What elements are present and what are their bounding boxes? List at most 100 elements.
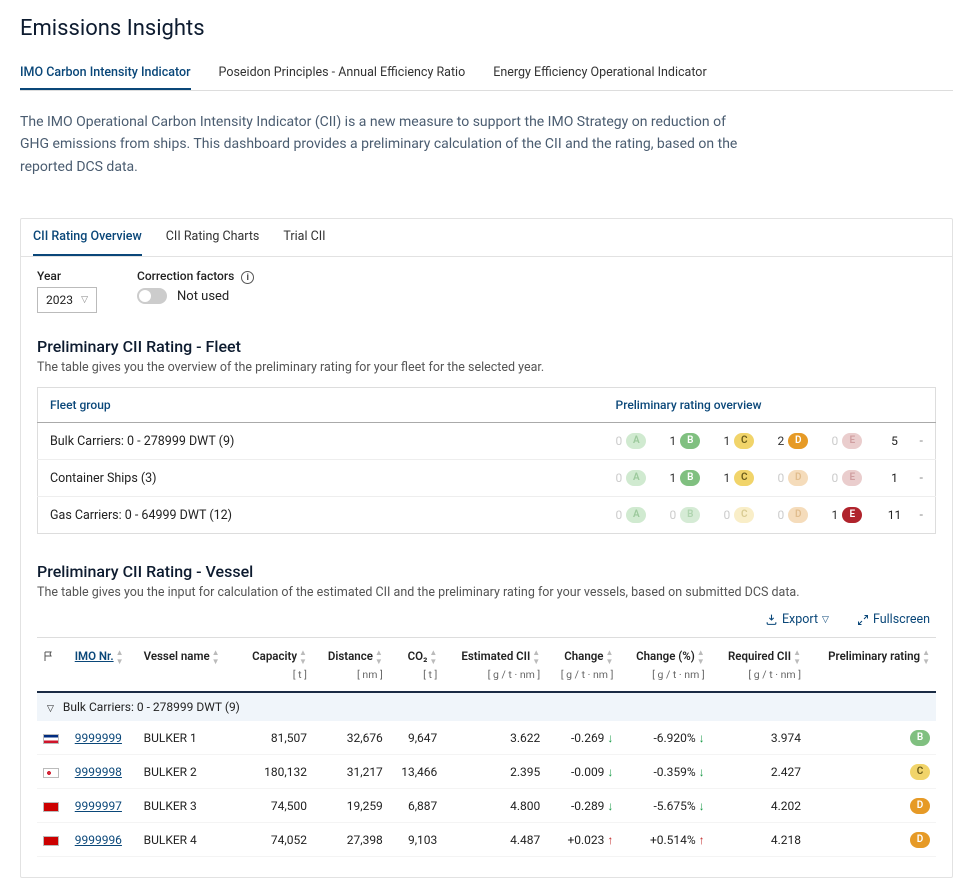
col-imo[interactable]: IMO Nr.▲▼ [69,638,138,693]
fleet-subtitle: The table gives you the overview of the … [37,360,936,375]
fleet-row[interactable]: Bulk Carriers: 0 - 278999 DWT (9)0A1B1C2… [38,423,936,460]
cell-co2: 9,647 [389,721,443,755]
rating-badge-c: C [910,764,930,780]
cell-capacity: 74,500 [237,789,313,823]
rating-badge-b: B [910,730,930,746]
col-req[interactable]: Required CII▲▼[ g / t · nm ] [711,638,807,693]
tab-trial[interactable]: Trial CII [283,219,325,256]
fleet-row[interactable]: Container Ships (3)0A1B1C0D0E1- [38,460,936,497]
fullscreen-icon [857,614,869,626]
correction-label: Correction factors i [137,269,254,284]
cell-required: 2.427 [711,755,807,789]
cell-flag [37,823,69,857]
fleet-row[interactable]: Gas Carriers: 0 - 64999 DWT (12)0A0B0C0D… [38,497,936,534]
rating-badge-a: A [626,433,646,449]
tabs-primary: IMO Carbon Intensity Indicator Poseidon P… [20,57,953,91]
table-row[interactable]: 9999997BULKER 374,50019,2596,8874.800-0.… [37,789,936,823]
intro-text: The IMO Operational Carbon Intensity Ind… [20,111,740,178]
cell-estimated: 4.487 [443,823,546,857]
correction-value: Not used [177,289,229,304]
col-cap[interactable]: Capacity▲▼[ t ] [237,638,313,693]
table-row[interactable]: 9999998BULKER 2180,13231,21713,4662.395-… [37,755,936,789]
cell-change-pct: -5.675% ↓ [619,789,710,823]
col-flag[interactable] [37,638,69,693]
vessel-subtitle: The table gives you the input for calcul… [37,585,936,600]
year-select[interactable]: 2023 ▽ [37,287,97,313]
cell-required: 3.974 [711,721,807,755]
cell-capacity: 81,507 [237,721,313,755]
cell-change: -0.009 ↓ [546,755,619,789]
cell-distance: 31,217 [313,755,389,789]
fleet-title: Preliminary CII Rating - Fleet [37,337,936,356]
cell-name: BULKER 1 [138,721,238,755]
col-preliminary[interactable]: Preliminary rating▲▼ [807,638,936,693]
rating-badge-c: C [734,433,754,449]
cell-prelim: D [807,789,936,823]
page-title: Emissions Insights [20,16,953,41]
rating-badge-e: E [842,470,862,486]
tab-charts[interactable]: CII Rating Charts [166,219,260,256]
cell-required: 4.202 [711,789,807,823]
col-dist[interactable]: Distance▲▼[ nm ] [313,638,389,693]
fullscreen-button[interactable]: Fullscreen [857,612,930,627]
rating-badge-a: A [626,507,646,523]
fleet-group-name: Container Ships (3) [38,460,604,497]
col-chgp[interactable]: Change (%)▲▼[ g / t · nm ] [619,638,710,693]
rating-overview: 0A1B1C2D0E5- [604,423,936,460]
year-label: Year [37,269,97,283]
rating-badge-a: A [626,470,646,486]
vessel-table: IMO Nr.▲▼Vessel name▲▼Capacity▲▼[ t ]Dis… [37,637,936,857]
rating-badge-d: D [910,832,930,848]
rating-badge-e: E [842,433,862,449]
imo-link[interactable]: 9999997 [75,799,122,813]
rating-badge-b: B [680,470,700,486]
col-chg[interactable]: Change▲▼[ g / t · nm ] [546,638,619,693]
cell-change-pct: -6.920% ↓ [619,721,710,755]
imo-link[interactable]: 9999999 [75,731,122,745]
cell-co2: 9,103 [389,823,443,857]
export-icon [765,613,778,626]
cell-prelim: C [807,755,936,789]
flag-icon [43,650,55,662]
chevron-down-icon: ▽ [822,615,829,625]
col-name[interactable]: Vessel name▲▼ [138,638,238,693]
correction-toggle[interactable] [137,288,167,304]
info-icon[interactable]: i [241,271,254,284]
rating-badge-d: D [788,507,808,523]
imo-link[interactable]: 9999998 [75,765,122,779]
flag-icon [43,802,59,812]
cell-change-pct: +0.514% ↑ [619,823,710,857]
cell-distance: 19,259 [313,789,389,823]
imo-link[interactable]: 9999996 [75,833,122,847]
cell-flag [37,721,69,755]
rating-badge-d: D [788,433,808,449]
chevron-down-icon: ▽ [47,704,54,714]
table-row[interactable]: 9999999BULKER 181,50732,6769,6473.622-0.… [37,721,936,755]
cell-capacity: 180,132 [237,755,313,789]
col-est[interactable]: Estimated CII▲▼[ g / t · nm ] [443,638,546,693]
export-button[interactable]: Export ▽ [765,612,829,627]
vessel-title: Preliminary CII Rating - Vessel [37,562,936,581]
flag-icon [43,734,59,744]
cell-imo: 9999997 [69,789,138,823]
tab-poseidon[interactable]: Poseidon Principles - Annual Efficiency … [219,57,466,90]
rating-overview: 0A1B1C0D0E1- [604,460,936,497]
tab-cii[interactable]: IMO Carbon Intensity Indicator [20,57,191,90]
cell-flag [37,789,69,823]
tab-overview[interactable]: CII Rating Overview [33,219,142,256]
fleet-col-overview: Preliminary rating overview [604,388,936,423]
cell-imo: 9999999 [69,721,138,755]
year-value: 2023 [46,293,73,307]
table-row[interactable]: 9999996BULKER 474,05227,3989,1034.487+0.… [37,823,936,857]
col-co2[interactable]: CO₂▲▼[ t ] [389,638,443,693]
cell-estimated: 4.800 [443,789,546,823]
chevron-down-icon: ▽ [81,295,88,305]
flag-icon [43,768,59,778]
cell-change-pct: -0.359% ↓ [619,755,710,789]
cell-flag [37,755,69,789]
group-row[interactable]: ▽ Bulk Carriers: 0 - 278999 DWT (9) [37,692,936,721]
cell-co2: 6,887 [389,789,443,823]
cell-prelim: B [807,721,936,755]
tab-eeoi[interactable]: Energy Efficiency Operational Indicator [493,57,706,90]
cell-required: 4.218 [711,823,807,857]
